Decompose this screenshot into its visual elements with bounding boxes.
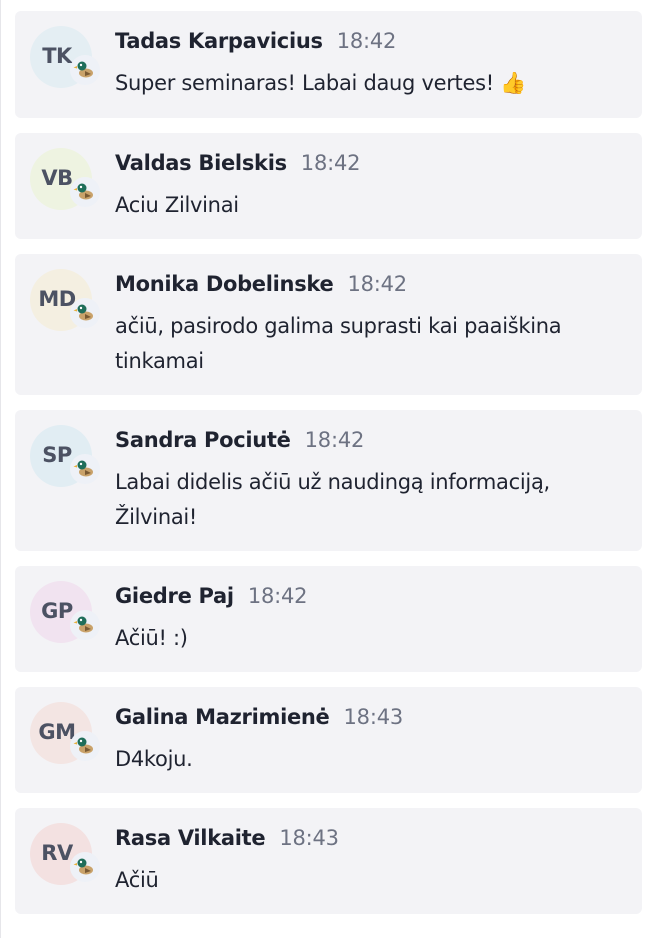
message-header: Tadas Karpavicius 18:42 (115, 29, 624, 59)
sender-name: Valdas Bielskis (115, 151, 287, 175)
message-text: Super seminaras! Labai daug vertes! 👍 (115, 71, 527, 95)
avatar-initials: VB (41, 166, 73, 190)
sender-name: Galina Mazrimienė (115, 705, 330, 729)
timestamp: 18:42 (247, 584, 308, 608)
avatar-initials: SP (42, 443, 72, 467)
message-header: Monika Dobelinske 18:42 (115, 272, 624, 302)
avatar-initials: GP (41, 599, 73, 623)
guest-badge (70, 852, 100, 882)
duck-icon (73, 616, 93, 633)
sender-name: Rasa Vilkaite (115, 826, 266, 850)
sender-name: Sandra Pociutė (115, 428, 291, 452)
guest-badge (70, 731, 100, 761)
guest-badge (70, 610, 100, 640)
panel-divider (0, 0, 1, 938)
chat-message: SP Sandra Pociutė 18:42 Labai didelis ač… (15, 410, 642, 551)
message-header: Giedre Paj 18:42 (115, 584, 624, 614)
timestamp: 18:43 (343, 705, 404, 729)
message-text: Ačiū (115, 868, 159, 892)
avatar-initials: RV (41, 841, 73, 865)
timestamp: 18:42 (304, 428, 365, 452)
timestamp: 18:42 (336, 29, 397, 53)
message-text: ačiū, pasirodo galima suprasti kai paaiš… (115, 314, 562, 373)
duck-icon (73, 183, 93, 200)
duck-icon (73, 858, 93, 875)
duck-icon (73, 304, 93, 321)
message-text: Ačiū! :) (115, 626, 188, 650)
message-header: Rasa Vilkaite 18:43 (115, 826, 624, 856)
chat-message: GP Giedre Paj 18:42 Ačiū! :) (15, 566, 642, 672)
guest-badge (70, 55, 100, 85)
chat-message: VB Valdas Bielskis 18:42 Aciu Zilvinai (15, 133, 642, 239)
duck-icon (73, 460, 93, 477)
sender-name: Giedre Paj (115, 584, 234, 608)
guest-badge (70, 298, 100, 328)
sender-name: Tadas Karpavicius (115, 29, 323, 53)
guest-badge (70, 454, 100, 484)
chat-feed: TK Tadas Karpavicius 18:42 Super seminar… (15, 11, 642, 929)
chat-message: GM Galina Mazrimienė 18:43 D4koju. (15, 687, 642, 793)
avatar-initials: TK (42, 44, 72, 68)
message-text: Aciu Zilvinai (115, 193, 239, 217)
message-text: D4koju. (115, 747, 193, 771)
message-header: Valdas Bielskis 18:42 (115, 151, 624, 181)
message-header: Galina Mazrimienė 18:43 (115, 705, 624, 735)
guest-badge (70, 177, 100, 207)
timestamp: 18:42 (347, 272, 407, 296)
message-header: Sandra Pociutė 18:42 (115, 428, 624, 458)
chat-message: MD Monika Dobelinske 18:42 ačiū, pasirod… (15, 254, 642, 395)
duck-icon (73, 61, 93, 78)
chat-message: TK Tadas Karpavicius 18:42 Super seminar… (15, 11, 642, 118)
chat-message: RV Rasa Vilkaite 18:43 Ačiū (15, 808, 642, 914)
sender-name: Monika Dobelinske (115, 272, 334, 296)
duck-icon (73, 737, 93, 754)
timestamp: 18:42 (300, 151, 361, 175)
timestamp: 18:43 (279, 826, 339, 850)
message-text: Labai didelis ačiū už naudingą informaci… (115, 470, 550, 529)
